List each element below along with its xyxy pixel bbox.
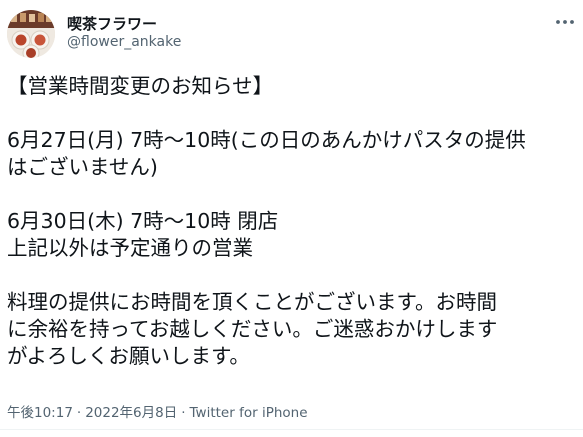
avatar-photo-icon xyxy=(7,10,55,58)
avatar[interactable] xyxy=(7,10,55,58)
tweet-card: 喫茶フラワー @flower_ankake 【営業時間変更のお知らせ】 6月27… xyxy=(0,0,583,437)
author-handle[interactable]: @flower_ankake xyxy=(67,34,181,50)
meta-separator: · xyxy=(76,405,82,421)
tweet-text: 【営業時間変更のお知らせ】 6月27日(月) 7時～10時(この日のあんかけパス… xyxy=(7,73,575,370)
more-horizontal-icon[interactable] xyxy=(554,14,576,28)
tweet-line-notice-2: に余裕を持ってお越しください。ご迷惑おかけします xyxy=(7,317,498,341)
tweet-meta: 午後10:17 · 2022年6月8日 · Twitter for iPhone xyxy=(7,401,308,421)
tweet-source-link[interactable]: Twitter for iPhone xyxy=(190,405,308,421)
tweet-line-june27-cont: はございません) xyxy=(7,155,158,179)
author-display-name[interactable]: 喫茶フラワー xyxy=(67,13,157,34)
tweet-line-notice-1: 料理の提供にお時間を頂くことがございます。お時間 xyxy=(7,290,497,314)
tweet-line-title: 【営業時間変更のお知らせ】 xyxy=(7,74,274,98)
tweet-line-notice-3: がよろしくお願いします。 xyxy=(7,344,250,368)
tweet-date-link[interactable]: 2022年6月8日 xyxy=(85,405,177,421)
tweet-time-link[interactable]: 午後10:17 xyxy=(7,405,73,421)
tweet-line-june27: 6月27日(月) 7時～10時(この日のあんかけパスタの提供 xyxy=(7,128,526,152)
tweet-line-june30: 6月30日(木) 7時～10時 閉店 xyxy=(7,209,279,233)
divider xyxy=(0,429,583,430)
meta-separator: · xyxy=(181,405,186,421)
tweet-line-otherwise: 上記以外は予定通りの営業 xyxy=(7,236,253,260)
